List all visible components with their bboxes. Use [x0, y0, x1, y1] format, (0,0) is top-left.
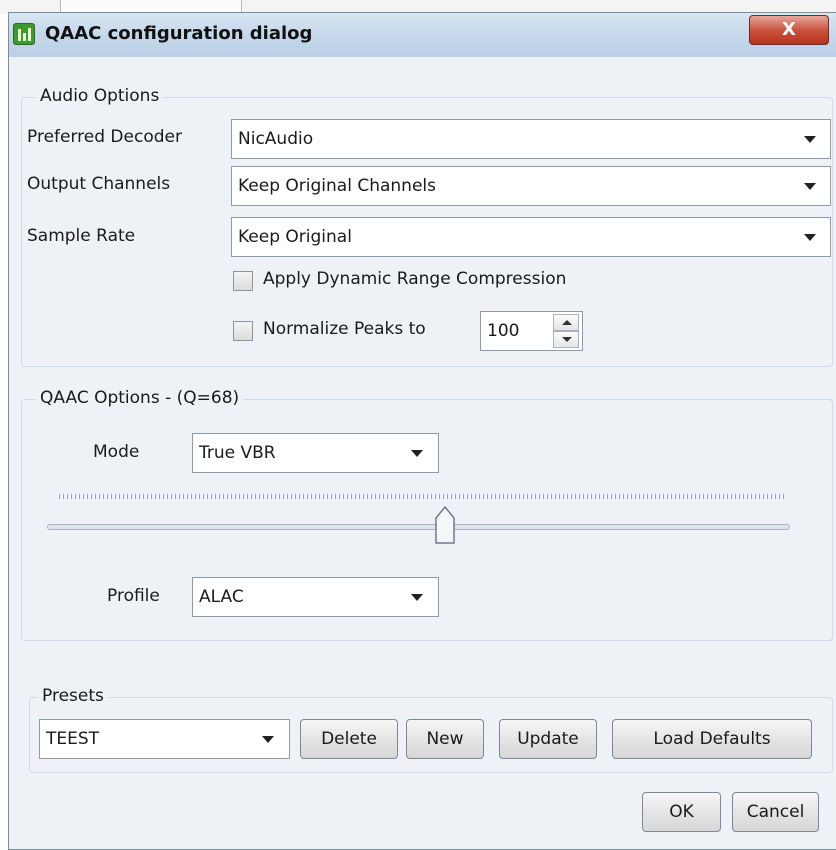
presets-dropdown[interactable]: TEEST [39, 719, 290, 759]
load-defaults-button[interactable]: Load Defaults [612, 719, 812, 759]
ok-button[interactable]: OK [642, 792, 721, 832]
spin-buttons [553, 314, 579, 348]
update-preset-button[interactable]: Update [499, 719, 597, 759]
mode-label: Mode [93, 442, 140, 462]
spin-down-button[interactable] [553, 331, 579, 348]
sample-rate-dropdown[interactable]: Keep Original [231, 217, 831, 257]
title-bar: QAAC configuration dialog X [9, 13, 836, 57]
presets-legend: Presets [38, 686, 108, 706]
output-channels-dropdown[interactable]: Keep Original Channels [231, 166, 831, 206]
delete-preset-button[interactable]: Delete [300, 719, 398, 759]
chevron-down-icon [262, 736, 274, 743]
chevron-down-icon [804, 136, 816, 143]
close-button[interactable]: X [749, 15, 829, 45]
profile-value: ALAC [199, 587, 244, 607]
preferred-decoder-value: NicAudio [238, 129, 314, 149]
mode-value: True VBR [199, 443, 276, 463]
normalize-checkbox[interactable] [233, 321, 253, 341]
qaac-options-legend: QAAC Options - (Q=68) [36, 388, 244, 408]
chevron-down-icon [804, 234, 816, 241]
profile-label: Profile [107, 586, 160, 606]
chevron-down-icon [804, 183, 816, 190]
preferred-decoder-label: Preferred Decoder [27, 127, 182, 147]
dialog-body: Audio Options Preferred Decoder NicAudio… [9, 57, 836, 849]
output-channels-value: Keep Original Channels [238, 176, 436, 196]
drc-label[interactable]: Apply Dynamic Range Compression [263, 269, 566, 289]
slider-thumb[interactable] [435, 506, 455, 544]
sample-rate-label: Sample Rate [27, 226, 136, 246]
output-channels-label: Output Channels [27, 174, 171, 194]
slider-ticks [59, 494, 784, 499]
new-preset-button[interactable]: New [406, 719, 484, 759]
normalize-peaks-value: 100 [487, 321, 520, 341]
window-title: QAAC configuration dialog [45, 23, 313, 44]
profile-dropdown[interactable]: ALAC [192, 577, 439, 617]
mode-dropdown[interactable]: True VBR [192, 433, 439, 473]
chevron-down-icon [411, 594, 423, 601]
audio-options-legend: Audio Options [36, 86, 164, 106]
dialog-window: QAAC configuration dialog X Audio Option… [8, 12, 836, 850]
preferred-decoder-dropdown[interactable]: NicAudio [231, 119, 831, 159]
cancel-button[interactable]: Cancel [732, 792, 819, 832]
drc-checkbox[interactable] [233, 271, 253, 291]
normalize-label[interactable]: Normalize Peaks to [263, 319, 426, 339]
presets-value: TEEST [46, 729, 100, 749]
spin-up-button[interactable] [553, 314, 579, 331]
slider-track [47, 524, 790, 530]
normalize-peaks-stepper[interactable]: 100 [480, 311, 583, 351]
chevron-down-icon [411, 450, 423, 457]
app-icon [13, 23, 35, 45]
sample-rate-value: Keep Original [238, 227, 352, 247]
